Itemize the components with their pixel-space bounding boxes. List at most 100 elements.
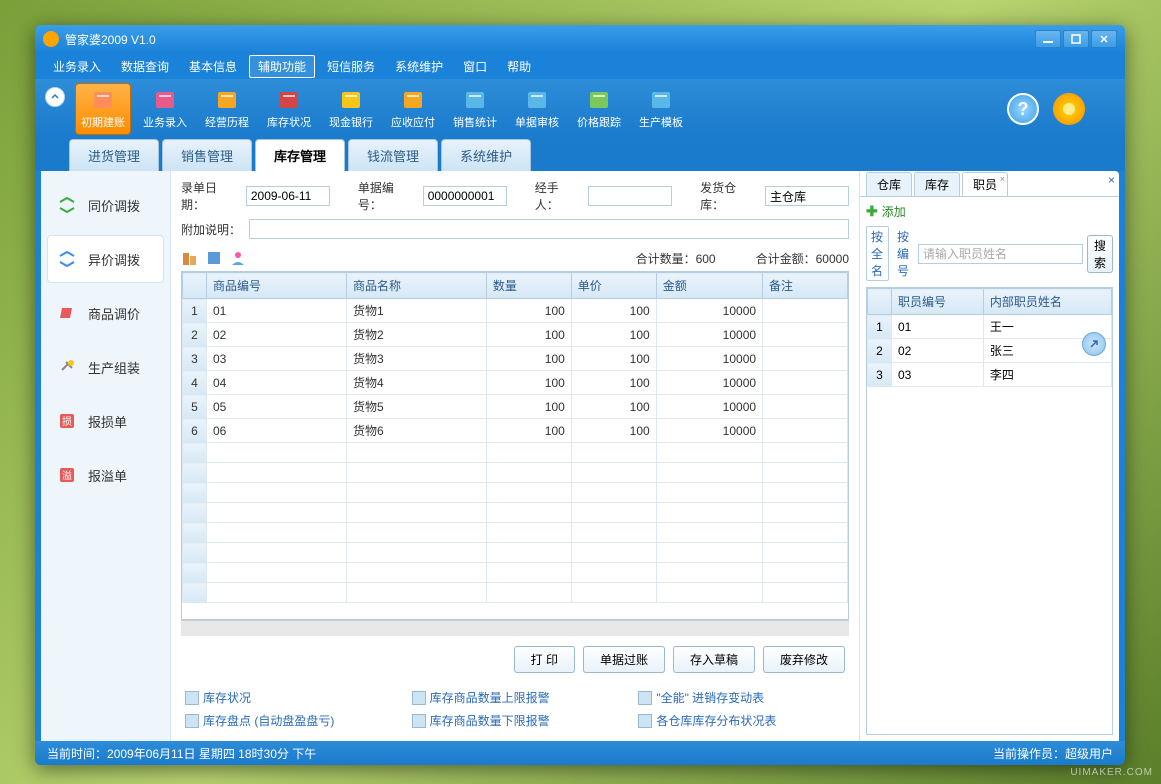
toolbar-label: 生产模板: [639, 114, 683, 130]
toolbar-button[interactable]: 库存状况: [261, 83, 317, 135]
search-button[interactable]: 搜索: [1087, 235, 1113, 273]
warehouse-input[interactable]: [765, 186, 849, 206]
by-code-link[interactable]: 按编号: [893, 227, 914, 280]
grid-header[interactable]: 商品编号: [207, 273, 347, 299]
menu-item[interactable]: 窗口: [455, 56, 495, 77]
search-input[interactable]: [918, 244, 1083, 264]
grid-header[interactable]: [868, 289, 892, 315]
toolbar-button[interactable]: 业务录入: [137, 83, 193, 135]
main-tabs: 进货管理销售管理库存管理钱流管理系统维护: [35, 139, 1125, 171]
report-link[interactable]: 库存状况: [185, 689, 392, 706]
table-row[interactable]: 202货物210010010000: [183, 323, 848, 347]
table-row[interactable]: [183, 563, 848, 583]
panel-close-icon[interactable]: ×: [1108, 173, 1115, 187]
right-panel-tab[interactable]: 库存: [914, 172, 960, 196]
report-link[interactable]: 库存盘点 (自动盘盈盘亏): [185, 712, 392, 729]
product-grid[interactable]: 商品编号商品名称数量单价金额备注101货物110010010000202货物21…: [181, 271, 849, 620]
grid-header[interactable]: 金额: [656, 273, 762, 299]
person-icon[interactable]: [229, 249, 247, 267]
tab-close-icon[interactable]: ×: [1000, 174, 1005, 184]
toolbar-button[interactable]: 单据审核: [509, 83, 565, 135]
collapse-toggle[interactable]: [45, 87, 65, 107]
draft-button[interactable]: 存入草稿: [673, 646, 755, 673]
sidebar-icon: [56, 248, 78, 270]
table-row[interactable]: 101货物110010010000: [183, 299, 848, 323]
help-button[interactable]: ?: [1007, 93, 1039, 125]
table-row[interactable]: 303货物310010010000: [183, 347, 848, 371]
post-button[interactable]: 单据过账: [583, 646, 665, 673]
table-row[interactable]: 505货物510010010000: [183, 395, 848, 419]
maximize-button[interactable]: [1063, 30, 1089, 48]
table-row[interactable]: [183, 483, 848, 503]
report-link[interactable]: "全能" 进销存变动表: [638, 689, 845, 706]
grid-header[interactable]: 备注: [763, 273, 848, 299]
table-row[interactable]: [183, 463, 848, 483]
table-row[interactable]: [183, 443, 848, 463]
employee-grid[interactable]: 职员编号内部职员姓名101王一202张三303李四: [866, 287, 1113, 735]
date-input[interactable]: [246, 186, 330, 206]
toolbar-button[interactable]: 销售统计: [447, 83, 503, 135]
svg-text:溢: 溢: [62, 469, 72, 482]
menu-item[interactable]: 辅助功能: [249, 55, 315, 78]
main-tab[interactable]: 销售管理: [162, 139, 252, 171]
horizontal-scrollbar[interactable]: [181, 620, 849, 636]
remark-input[interactable]: [249, 219, 849, 239]
menu-item[interactable]: 短信服务: [319, 56, 383, 77]
main-tab[interactable]: 进货管理: [69, 139, 159, 171]
report-link[interactable]: 库存商品数量下限报警: [412, 712, 619, 729]
menu-item[interactable]: 基本信息: [181, 56, 245, 77]
close-button[interactable]: [1091, 30, 1117, 48]
grid-header[interactable]: 单价: [571, 273, 656, 299]
toolbar-button[interactable]: 经营历程: [199, 83, 255, 135]
main-tab[interactable]: 钱流管理: [348, 139, 438, 171]
table-row[interactable]: 606货物610010010000: [183, 419, 848, 443]
building2-icon[interactable]: [205, 249, 223, 267]
sidebar-item[interactable]: 异价调拨: [47, 235, 164, 283]
menu-item[interactable]: 业务录入: [45, 56, 109, 77]
table-row[interactable]: 404货物410010010000: [183, 371, 848, 395]
menu-item[interactable]: 帮助: [499, 56, 539, 77]
sidebar-item[interactable]: 溢报溢单: [47, 451, 164, 499]
report-link[interactable]: 库存商品数量上限报警: [412, 689, 619, 706]
menu-item[interactable]: 系统维护: [387, 56, 451, 77]
sidebar-item[interactable]: 损报损单: [47, 397, 164, 445]
table-row[interactable]: [183, 503, 848, 523]
add-link[interactable]: ✚ 添加: [866, 203, 1113, 220]
print-button[interactable]: 打 印: [514, 646, 575, 673]
sidebar-item[interactable]: 生产组装: [47, 343, 164, 391]
grid-header[interactable]: 职员编号: [892, 289, 984, 315]
table-row[interactable]: 202张三: [868, 339, 1112, 363]
bill-input[interactable]: [423, 186, 507, 206]
building1-icon[interactable]: [181, 249, 199, 267]
minimize-button[interactable]: [1035, 30, 1061, 48]
main-tab[interactable]: 系统维护: [441, 139, 531, 171]
grid-header[interactable]: [183, 273, 207, 299]
report-link[interactable]: 各仓库库存分布状况表: [638, 712, 845, 729]
sidebar-item[interactable]: 商品调价: [47, 289, 164, 337]
form-panel: 录单日期： 单据编号： 经手人： 发货仓库： 附加说明： 合计数量：600 合: [171, 171, 859, 741]
sidebar-item[interactable]: 同价调拨: [47, 181, 164, 229]
toolbar-button[interactable]: 价格跟踪: [571, 83, 627, 135]
table-row[interactable]: [183, 543, 848, 563]
toolbar-button[interactable]: 初期建账: [75, 83, 131, 135]
right-panel-tab[interactable]: 仓库: [866, 172, 912, 196]
table-row[interactable]: [183, 523, 848, 543]
discard-button[interactable]: 废弃修改: [763, 646, 845, 673]
main-tab[interactable]: 库存管理: [255, 139, 345, 171]
handler-input[interactable]: [588, 186, 672, 206]
toolbar-button[interactable]: 生产模板: [633, 83, 689, 135]
toolbar-label: 业务录入: [143, 114, 187, 130]
menu-item[interactable]: 数据查询: [113, 56, 177, 77]
grid-header[interactable]: 数量: [486, 273, 571, 299]
gold-button[interactable]: [1053, 93, 1085, 125]
toolbar-button[interactable]: 应收应付: [385, 83, 441, 135]
toolbar-button[interactable]: 现金银行: [323, 83, 379, 135]
table-row[interactable]: 303李四: [868, 363, 1112, 387]
table-row[interactable]: 101王一: [868, 315, 1112, 339]
by-name-link[interactable]: 按全名: [866, 226, 889, 281]
grid-header[interactable]: 内部职员姓名: [983, 289, 1111, 315]
right-panel-tab[interactable]: 职员×: [962, 172, 1008, 196]
grid-header[interactable]: 商品名称: [346, 273, 486, 299]
float-arrow-button[interactable]: [1082, 332, 1106, 356]
table-row[interactable]: [183, 583, 848, 603]
